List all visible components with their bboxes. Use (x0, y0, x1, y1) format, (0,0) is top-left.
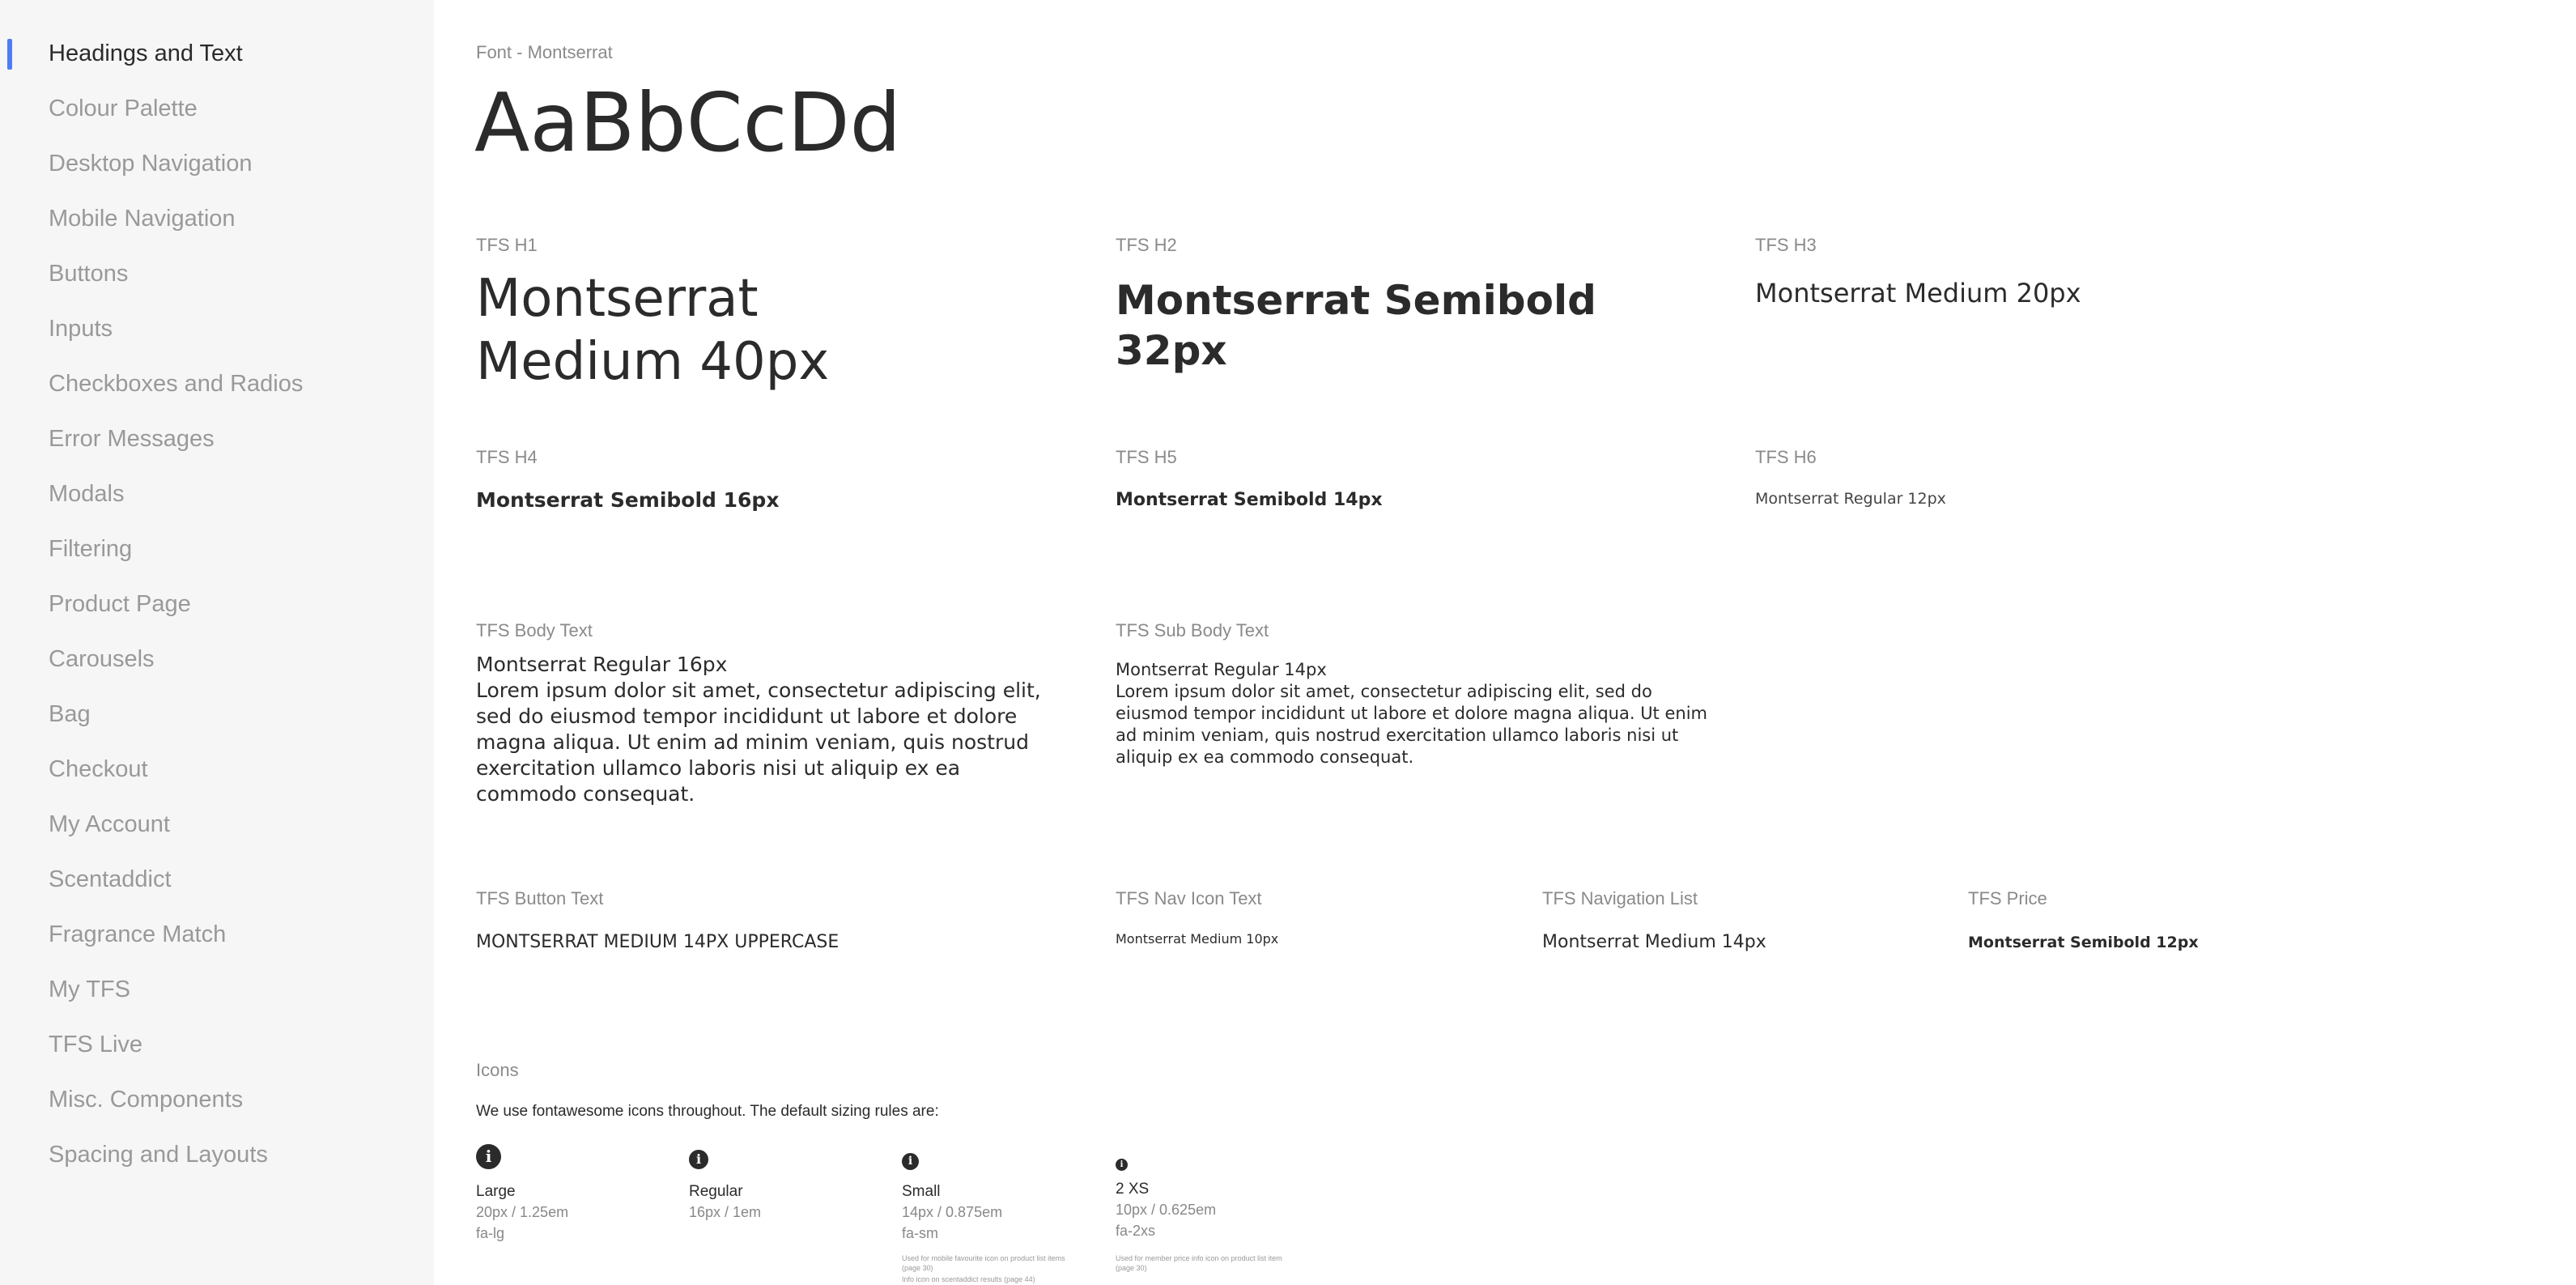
icon-size-2xs-size: 10px / 0.625em (1116, 1202, 1217, 1218)
icon-size-large-name: Large (476, 1183, 516, 1200)
main-content: Font - Montserrat AaBbCcDd TFS H1 Montse… (0, 0, 2576, 1285)
icon-size-small-note-2: Info icon on scentaddict results (page 4… (902, 1275, 1035, 1283)
icon-size-small-note-1: Used for mobile favourite icon on produc… (902, 1254, 1065, 1272)
icons-label: Icons (476, 1060, 519, 1080)
h4-label: TFS H4 (476, 447, 538, 467)
h3-sample: Montserrat Medium 20px (1755, 278, 2081, 308)
nav-icon-text-sample: Montserrat Medium 10px (1116, 931, 1279, 947)
h3-label: TFS H3 (1755, 235, 1817, 255)
icon-size-2xs-note-1: Used for member price info icon on produ… (1116, 1254, 1282, 1272)
price-sample: Montserrat Semibold 12px (1968, 934, 2199, 951)
h6-label: TFS H6 (1755, 447, 1817, 467)
icon-size-large-size: 20px / 1.25em (476, 1204, 569, 1220)
body-text-sample: Montserrat Regular 16px Lorem ipsum dolo… (476, 652, 1067, 807)
body-text-label: TFS Body Text (476, 620, 593, 640)
nav-icon-text-label: TFS Nav Icon Text (1116, 888, 1262, 908)
info-icon: i (476, 1144, 501, 1169)
sub-body-text-sample: Montserrat Regular 14px Lorem ipsum dolo… (1116, 659, 1723, 768)
button-text-label: TFS Button Text (476, 888, 604, 908)
info-icon: i (902, 1153, 919, 1170)
sub-body-text-paragraph: Lorem ipsum dolor sit amet, consectetur … (1116, 682, 1707, 767)
h6-sample: Montserrat Regular 12px (1755, 490, 1946, 508)
h5-sample: Montserrat Semibold 14px (1116, 490, 1383, 510)
body-text-paragraph: Lorem ipsum dolor sit amet, consectetur … (476, 679, 1041, 806)
icon-size-2xs-class: fa-2xs (1116, 1223, 1156, 1239)
h4-sample: Montserrat Semibold 16px (476, 488, 780, 512)
icon-size-2xs-name: 2 XS (1116, 1181, 1150, 1198)
font-label: Font - Montserrat (476, 42, 613, 62)
icon-size-small-name: Small (902, 1183, 941, 1200)
price-label: TFS Price (1968, 888, 2047, 908)
body-text-title: Montserrat Regular 16px (476, 653, 728, 676)
navigation-list-sample: Montserrat Medium 14px (1542, 932, 1766, 952)
info-icon: i (689, 1150, 708, 1169)
sub-body-text-label: TFS Sub Body Text (1116, 620, 1269, 640)
icon-size-small-size: 14px / 0.875em (902, 1204, 1003, 1220)
h5-label: TFS H5 (1116, 447, 1177, 467)
h1-sample: Montserrat Medium 40px (476, 269, 830, 392)
button-text-sample: MONTSERRAT MEDIUM 14PX UPPERCASE (476, 932, 840, 952)
h2-label: TFS H2 (1116, 235, 1177, 255)
font-sample: AaBbCcDd (474, 75, 902, 170)
info-icon: i (1116, 1159, 1128, 1171)
icons-intro: We use fontawesome icons throughout. The… (476, 1103, 939, 1120)
icon-size-regular-name: Regular (689, 1183, 743, 1200)
icon-size-small-class: fa-sm (902, 1225, 938, 1241)
sub-body-text-title: Montserrat Regular 14px (1116, 660, 1327, 679)
h2-sample: Montserrat Semibold 32px (1116, 277, 1596, 374)
icon-size-large-class: fa-lg (476, 1225, 505, 1241)
h1-label: TFS H1 (476, 235, 538, 255)
navigation-list-label: TFS Navigation List (1542, 888, 1698, 908)
icon-size-regular-size: 16px / 1em (689, 1204, 762, 1220)
